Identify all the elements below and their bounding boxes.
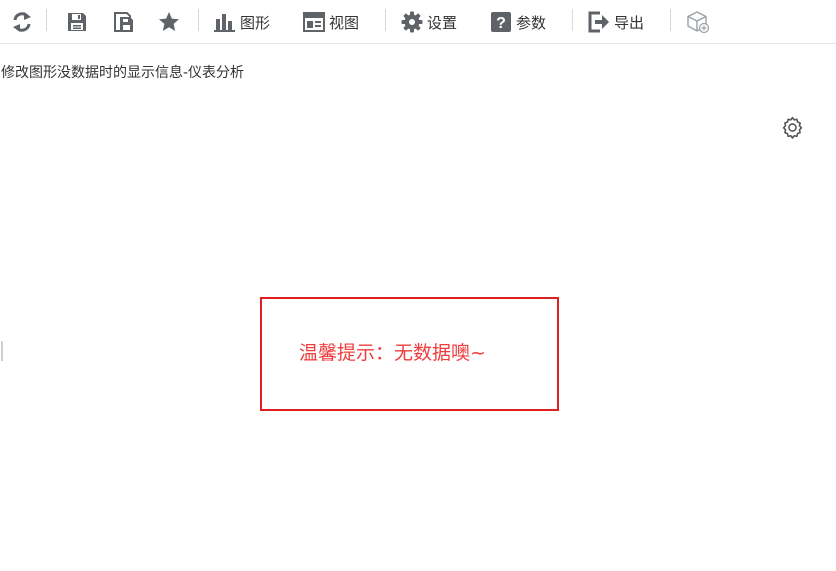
favorite-button[interactable] xyxy=(158,8,180,36)
toolbar: 图形 视图 设置 ? 参数 导出 xyxy=(0,0,836,44)
settings-button[interactable]: 设置 xyxy=(401,8,457,36)
refresh-button[interactable] xyxy=(11,8,33,36)
empty-state-message: 温馨提示：无数据噢~ xyxy=(299,342,486,364)
cube-link-button[interactable] xyxy=(686,8,710,36)
view-label: 视图 xyxy=(329,13,360,32)
empty-state-box: 温馨提示：无数据噢~ xyxy=(260,297,559,411)
params-label: 参数 xyxy=(516,13,547,32)
export-button[interactable]: 导出 xyxy=(588,8,644,36)
toolbar-separator xyxy=(385,9,386,31)
gear-icon xyxy=(780,116,805,144)
report-settings-button[interactable] xyxy=(780,115,805,140)
settings-label: 设置 xyxy=(427,13,458,32)
view-layout-icon xyxy=(303,11,325,33)
chart-label: 图形 xyxy=(240,13,271,32)
gear-icon xyxy=(401,11,423,33)
question-icon: ? xyxy=(490,11,512,33)
report-title: 修改图形没数据时的显示信息-仪表分析 xyxy=(1,65,245,81)
toolbar-separator xyxy=(670,9,671,31)
save-as-button[interactable] xyxy=(113,8,135,36)
refresh-icon xyxy=(11,11,33,33)
chart-button[interactable]: 图形 xyxy=(214,8,270,36)
save-button[interactable] xyxy=(66,8,88,36)
params-button[interactable]: ? 参数 xyxy=(490,8,546,36)
bar-chart-icon xyxy=(214,11,236,33)
toolbar-separator xyxy=(572,9,573,31)
save-as-icon xyxy=(113,11,135,33)
svg-text:?: ? xyxy=(496,15,506,32)
star-icon xyxy=(158,11,180,33)
cube-link-icon xyxy=(686,10,710,34)
export-icon xyxy=(588,11,610,33)
export-label: 导出 xyxy=(614,13,645,32)
panel-resize-handle[interactable] xyxy=(1,341,3,361)
save-icon xyxy=(66,11,88,33)
view-button[interactable]: 视图 xyxy=(303,8,359,36)
toolbar-separator xyxy=(198,9,199,31)
toolbar-separator xyxy=(46,9,47,31)
